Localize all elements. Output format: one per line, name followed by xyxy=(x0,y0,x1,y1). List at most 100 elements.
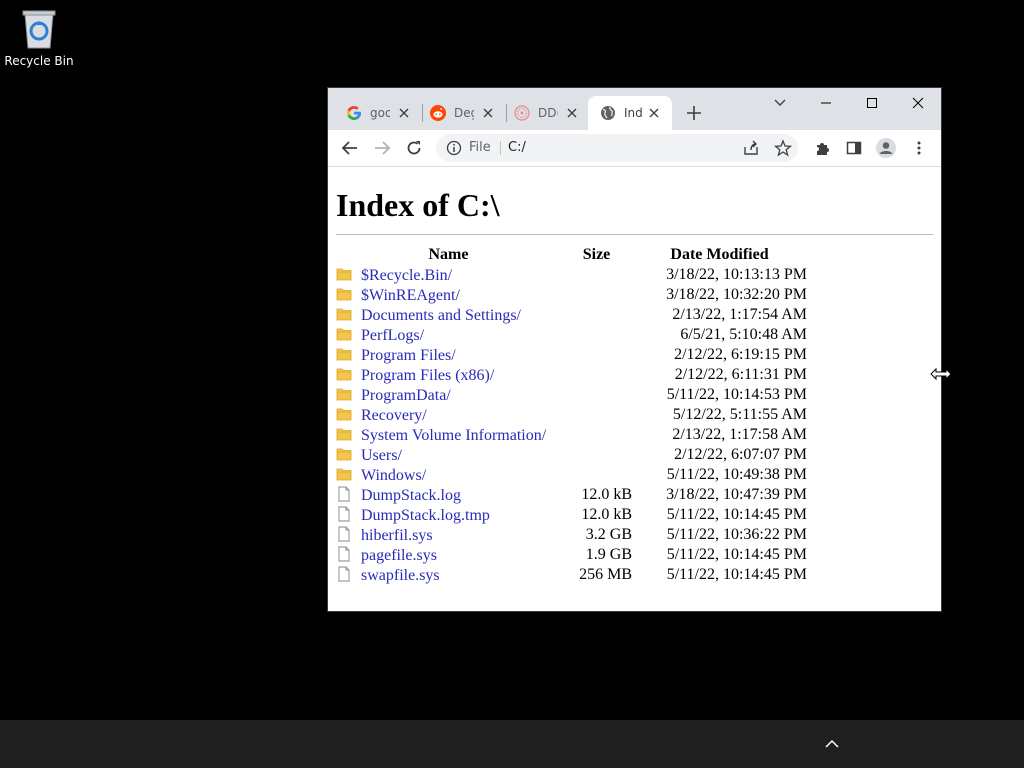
column-header-size[interactable]: Size xyxy=(561,245,632,265)
back-button[interactable] xyxy=(338,136,362,160)
table-row: Users/2/12/22, 6:07:07 PM xyxy=(336,445,807,465)
kebab-menu-icon xyxy=(917,141,921,155)
date-modified-cell: 3/18/22, 10:47:39 PM xyxy=(666,486,807,503)
url-text[interactable]: C:/ xyxy=(508,140,526,155)
tab-reddit[interactable]: Deg xyxy=(418,96,506,130)
folder-icon xyxy=(336,328,352,340)
close-window-button[interactable] xyxy=(895,88,941,118)
size-cell xyxy=(561,425,632,445)
file-link[interactable]: DumpStack.log xyxy=(361,487,461,504)
size-cell xyxy=(561,405,632,425)
size-cell xyxy=(561,305,632,325)
name-cell: Windows/ xyxy=(336,465,561,485)
forward-button[interactable] xyxy=(370,136,394,160)
globe-icon xyxy=(601,106,615,120)
recycle-bin-shortcut[interactable]: Recycle Bin xyxy=(4,6,74,68)
folder-icon xyxy=(336,428,352,440)
close-tab-icon[interactable] xyxy=(646,105,662,121)
folder-icon xyxy=(336,388,352,400)
chevron-up-icon[interactable] xyxy=(820,732,844,756)
date-modified-cell: 2/12/22, 6:19:15 PM xyxy=(674,346,807,363)
reload-button[interactable] xyxy=(402,136,426,160)
listing-header-row: Name Size Date Modified xyxy=(336,245,807,265)
tab-title: goo xyxy=(370,106,390,120)
name-cell: DumpStack.log xyxy=(336,485,561,505)
tab-strip: goo Deg DD( xyxy=(328,88,941,130)
minimize-icon xyxy=(821,102,831,104)
date-modified-cell: 3/18/22, 10:13:13 PM xyxy=(666,266,807,283)
name-cell: Users/ xyxy=(336,445,561,465)
menu-button[interactable] xyxy=(907,136,931,160)
folder-link[interactable]: Windows/ xyxy=(361,467,426,484)
file-link[interactable]: pagefile.sys xyxy=(361,547,437,564)
folder-link[interactable]: $WinREAgent/ xyxy=(361,287,460,304)
file-link[interactable]: DumpStack.log.tmp xyxy=(361,507,490,524)
file-icon xyxy=(338,506,350,521)
share-icon[interactable] xyxy=(742,139,760,157)
tab-index-active[interactable]: Ind xyxy=(588,96,672,130)
title-divider xyxy=(336,234,933,235)
tab-search-button[interactable] xyxy=(757,88,803,118)
tab-ddg[interactable]: DD( xyxy=(502,96,590,130)
file-link[interactable]: hiberfil.sys xyxy=(361,527,433,544)
folder-link[interactable]: Users/ xyxy=(361,447,402,464)
column-header-date[interactable]: Date Modified xyxy=(632,245,807,265)
name-cell: Program Files (x86)/ xyxy=(336,365,561,385)
size-cell xyxy=(561,365,632,385)
size-cell: 3.2 GB xyxy=(585,526,632,543)
info-icon[interactable] xyxy=(446,140,462,156)
bookmark-star-icon[interactable] xyxy=(774,139,792,157)
table-row: $WinREAgent/3/18/22, 10:32:20 PM xyxy=(336,285,807,305)
close-tab-icon[interactable] xyxy=(396,105,412,121)
google-icon xyxy=(347,106,361,120)
omnibox-divider xyxy=(500,141,501,155)
profile-button[interactable] xyxy=(874,136,898,160)
new-tab-icon[interactable] xyxy=(684,103,704,123)
folder-link[interactable]: Recovery/ xyxy=(361,407,427,424)
folder-icon xyxy=(336,468,352,480)
table-row: hiberfil.sys 3.2 GB 5/11/22, 10:36:22 PM xyxy=(336,525,807,545)
table-row: Documents and Settings/2/13/22, 1:17:54 … xyxy=(336,305,807,325)
folder-link[interactable]: Program Files (x86)/ xyxy=(361,367,494,384)
recycle-bin-icon xyxy=(22,10,56,49)
close-tab-icon[interactable] xyxy=(564,105,580,121)
date-modified-cell: 2/13/22, 1:17:54 AM xyxy=(672,306,807,323)
table-row: DumpStack.log.tmp 12.0 kB 5/11/22, 10:14:4… xyxy=(336,505,807,525)
folder-link[interactable]: System Volume Information/ xyxy=(361,427,546,444)
column-header-name[interactable]: Name xyxy=(336,245,561,265)
folder-link[interactable]: PerfLogs/ xyxy=(361,327,424,344)
maximize-button[interactable] xyxy=(849,88,895,118)
folder-link[interactable]: Program Files/ xyxy=(361,347,456,364)
minimize-button[interactable] xyxy=(803,88,849,118)
close-icon xyxy=(912,97,924,109)
tab-title: Deg xyxy=(454,106,474,120)
date-modified-cell: 2/13/22, 1:17:58 AM xyxy=(672,426,807,443)
name-cell: hiberfil.sys xyxy=(336,525,561,545)
table-row: DumpStack.log 12.0 kB 3/18/22, 10:47:39 PM xyxy=(336,485,807,505)
close-tab-icon[interactable] xyxy=(480,105,496,121)
name-cell: Recovery/ xyxy=(336,405,561,425)
side-panel-button[interactable] xyxy=(842,136,866,160)
tab-google[interactable]: goo xyxy=(334,96,422,130)
folder-icon xyxy=(336,308,352,320)
folder-link[interactable]: ProgramData/ xyxy=(361,387,451,404)
size-cell xyxy=(561,465,632,485)
taskbar xyxy=(0,720,1024,768)
extensions-button[interactable] xyxy=(811,136,835,160)
folder-link[interactable]: Documents and Settings/ xyxy=(361,307,521,324)
address-bar[interactable]: File C:/ xyxy=(436,134,798,162)
date-modified-cell: 5/11/22, 10:14:45 PM xyxy=(666,546,807,563)
table-row: Windows/5/11/22, 10:49:38 PM xyxy=(336,465,807,485)
folder-link[interactable]: $Recycle.Bin/ xyxy=(361,267,452,284)
size-cell: 12.0 kB xyxy=(581,486,632,503)
side-panel-icon xyxy=(846,141,862,155)
table-row: System Volume Information/2/13/22, 1:17:… xyxy=(336,425,807,445)
forward-arrow-icon xyxy=(375,141,391,155)
name-cell: Documents and Settings/ xyxy=(336,305,561,325)
page-content: Index of C:\ Name Size Date Modified $Re… xyxy=(328,167,941,611)
table-row: pagefile.sys 1.9 GB 5/11/22, 10:14:45 PM xyxy=(336,545,807,565)
date-modified-cell: 5/11/22, 10:14:45 PM xyxy=(666,566,807,583)
table-row: $Recycle.Bin/3/18/22, 10:13:13 PM xyxy=(336,265,807,285)
url-scheme-label: File xyxy=(469,140,491,155)
file-link[interactable]: swapfile.sys xyxy=(361,567,440,584)
